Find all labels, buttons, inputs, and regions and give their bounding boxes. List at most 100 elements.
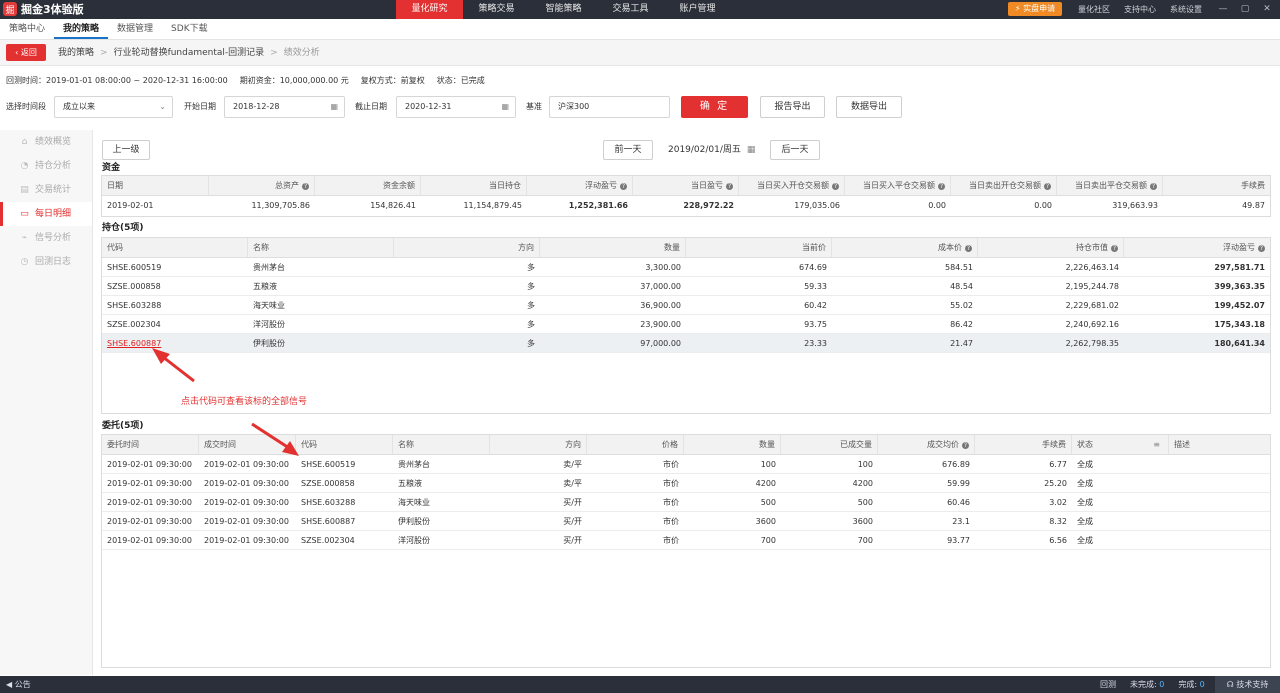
table-row[interactable]: SHSE.600519 贵州茅台 多 3,300.00 674.69 584.51 2,22…: [102, 258, 1270, 277]
start-date-input[interactable]: 2018-12-28 ▦: [224, 96, 345, 118]
table-row[interactable]: 2019-02-01 09:30:00 2019-02-01 09:30:00 SZ…: [102, 474, 1270, 493]
help-icon[interactable]: ?: [1044, 183, 1051, 190]
main-nav-strategy-trading[interactable]: 策略交易: [463, 0, 530, 19]
col-code[interactable]: 代码: [296, 435, 393, 454]
maximize-icon[interactable]: ▢: [1240, 4, 1250, 14]
table-row[interactable]: 2019-02-01 09:30:00 2019-02-01 09:30:00 SZ…: [102, 531, 1270, 550]
end-date-input[interactable]: 2020-12-31 ▦: [396, 96, 516, 118]
table-row[interactable]: 2019-02-01 09:30:00 2019-02-01 09:30:00 SH…: [102, 493, 1270, 512]
report-export-button[interactable]: 报告导出: [760, 96, 825, 118]
col-current-price[interactable]: 当前价: [686, 238, 832, 257]
col-buy-open[interactable]: 当日买入开仓交易额?: [739, 176, 845, 195]
col-cost-price[interactable]: 成本价?: [832, 238, 978, 257]
col-filled-quantity[interactable]: 已成交量: [781, 435, 878, 454]
col-market-value[interactable]: 持仓市值?: [978, 238, 1124, 257]
data-export-button[interactable]: 数据导出: [836, 96, 902, 118]
sidebar-item-position-analysis[interactable]: ◔ 持仓分析: [0, 154, 92, 178]
sidebar-item-trade-stats[interactable]: ▤ 交易统计: [0, 178, 92, 202]
symbol-link[interactable]: SZSE.002304: [107, 320, 161, 329]
sidebar-item-backtest-log[interactable]: ◷ 回测日志: [0, 250, 92, 274]
col-direction[interactable]: 方向: [394, 238, 540, 257]
help-icon[interactable]: ?: [832, 183, 839, 190]
cell-code[interactable]: SHSE.600887: [296, 512, 393, 530]
tab-my-strategy[interactable]: 我的策略: [54, 19, 109, 39]
symbol-link[interactable]: SHSE.603288: [107, 301, 161, 310]
live-trading-apply-button[interactable]: ⚡ 实盘申请: [1008, 2, 1062, 16]
previous-day-button[interactable]: 前一天: [603, 140, 653, 160]
symbol-link[interactable]: SZSE.000858: [107, 282, 161, 291]
col-fee[interactable]: 手续费: [975, 435, 1072, 454]
cell-code[interactable]: SZSE.002304: [296, 531, 393, 549]
help-icon[interactable]: ?: [302, 183, 309, 190]
close-icon[interactable]: ✕: [1262, 4, 1272, 14]
col-fill-time[interactable]: 成交时间: [199, 435, 296, 454]
help-icon[interactable]: ?: [962, 442, 969, 449]
table-row[interactable]: SZSE.000858 五粮液 多 37,000.00 59.33 48.54 2,195,…: [102, 277, 1270, 296]
help-icon[interactable]: ?: [1150, 183, 1157, 190]
menu-icon[interactable]: ≡: [1153, 435, 1160, 454]
col-daily-pnl[interactable]: 当日盈亏?: [633, 176, 739, 195]
help-icon[interactable]: ?: [1258, 245, 1265, 252]
main-nav-smart-strategy[interactable]: 智能策略: [530, 0, 597, 19]
cell-code[interactable]: SZSE.002304: [102, 315, 248, 333]
cell-code[interactable]: SZSE.000858: [296, 474, 393, 492]
time-range-select[interactable]: 成立以来 ⌄: [54, 96, 173, 118]
main-nav-quant-research[interactable]: 量化研究: [396, 0, 463, 19]
quant-community-link[interactable]: 量化社区: [1078, 0, 1110, 19]
tab-data-management[interactable]: 数据管理: [108, 19, 162, 39]
sidebar-item-signal-analysis[interactable]: ⌁ 信号分析: [0, 226, 92, 250]
sidebar-item-performance-overview[interactable]: ⌂ 绩效概览: [0, 130, 92, 154]
col-avg-price[interactable]: 成交均价?: [878, 435, 975, 454]
table-row[interactable]: SHSE.600887 伊利股份 多 97,000.00 23.33 21.47 2,262…: [102, 334, 1270, 353]
col-name[interactable]: 名称: [393, 435, 490, 454]
symbol-link[interactable]: SHSE.600519: [107, 263, 161, 272]
col-name[interactable]: 名称: [248, 238, 394, 257]
cell-code[interactable]: SHSE.600519: [296, 455, 393, 473]
cell-code[interactable]: SHSE.600887: [102, 334, 248, 352]
confirm-button[interactable]: 确 定: [681, 96, 748, 118]
col-description[interactable]: 描述: [1169, 435, 1267, 454]
col-status[interactable]: 状态 ≡: [1072, 435, 1169, 454]
help-icon[interactable]: ?: [620, 183, 627, 190]
notice-link[interactable]: ◀ 公告: [6, 676, 31, 693]
main-nav-account-management[interactable]: 账户管理: [664, 0, 731, 19]
help-icon[interactable]: ?: [726, 183, 733, 190]
main-nav-trading-tools[interactable]: 交易工具: [597, 0, 664, 19]
col-fee[interactable]: 手续费: [1163, 176, 1270, 195]
cell-code[interactable]: SHSE.603288: [102, 296, 248, 314]
sidebar-item-daily-detail[interactable]: ▭ 每日明细: [0, 202, 92, 226]
table-row[interactable]: 2019-02-01 09:30:00 2019-02-01 09:30:00 SH…: [102, 455, 1270, 474]
up-level-button[interactable]: 上一级: [102, 140, 150, 160]
benchmark-input[interactable]: 沪深300: [549, 96, 670, 118]
table-row[interactable]: SHSE.603288 海天味业 多 36,900.00 60.42 55.02 2,229…: [102, 296, 1270, 315]
current-date-picker[interactable]: 2019/02/01/周五 ▦: [668, 140, 755, 160]
col-daily-position[interactable]: 当日持仓: [421, 176, 527, 195]
col-buy-close[interactable]: 当日买入平仓交易额?: [845, 176, 951, 195]
breadcrumb-backtest-records[interactable]: 行业轮动替换fundamental-回测记录: [114, 40, 265, 66]
cell-code[interactable]: SZSE.000858: [102, 277, 248, 295]
support-center-link[interactable]: 支持中心: [1124, 0, 1156, 19]
col-direction[interactable]: 方向: [490, 435, 587, 454]
col-total-assets[interactable]: 总资产?: [209, 176, 315, 195]
col-sell-open[interactable]: 当日卖出开仓交易额?: [951, 176, 1057, 195]
next-day-button[interactable]: 后一天: [770, 140, 820, 160]
col-floating-pnl[interactable]: 浮动盈亏?: [1124, 238, 1270, 257]
col-floating-pnl[interactable]: 浮动盈亏?: [527, 176, 633, 195]
help-icon[interactable]: ?: [938, 183, 945, 190]
cell-code[interactable]: SHSE.600519: [102, 258, 248, 276]
col-cash-balance[interactable]: 资金余额: [315, 176, 421, 195]
system-settings-link[interactable]: 系统设置: [1170, 0, 1202, 19]
col-quantity[interactable]: 数量: [540, 238, 686, 257]
breadcrumb-my-strategy[interactable]: 我的策略: [58, 40, 94, 66]
col-order-time[interactable]: 委托时间: [102, 435, 199, 454]
backtest-status-label[interactable]: 回测: [1100, 676, 1116, 693]
col-sell-close[interactable]: 当日卖出平仓交易额?: [1057, 176, 1163, 195]
help-icon[interactable]: ?: [965, 245, 972, 252]
col-quantity[interactable]: 数量: [684, 435, 781, 454]
symbol-link[interactable]: SHSE.600887: [107, 339, 161, 348]
cell-code[interactable]: SHSE.603288: [296, 493, 393, 511]
col-code[interactable]: 代码: [102, 238, 248, 257]
tab-sdk-download[interactable]: SDK下载: [162, 19, 217, 39]
tech-support-button[interactable]: ☊ 技术支持: [1215, 676, 1280, 693]
minimize-icon[interactable]: —: [1218, 4, 1228, 14]
